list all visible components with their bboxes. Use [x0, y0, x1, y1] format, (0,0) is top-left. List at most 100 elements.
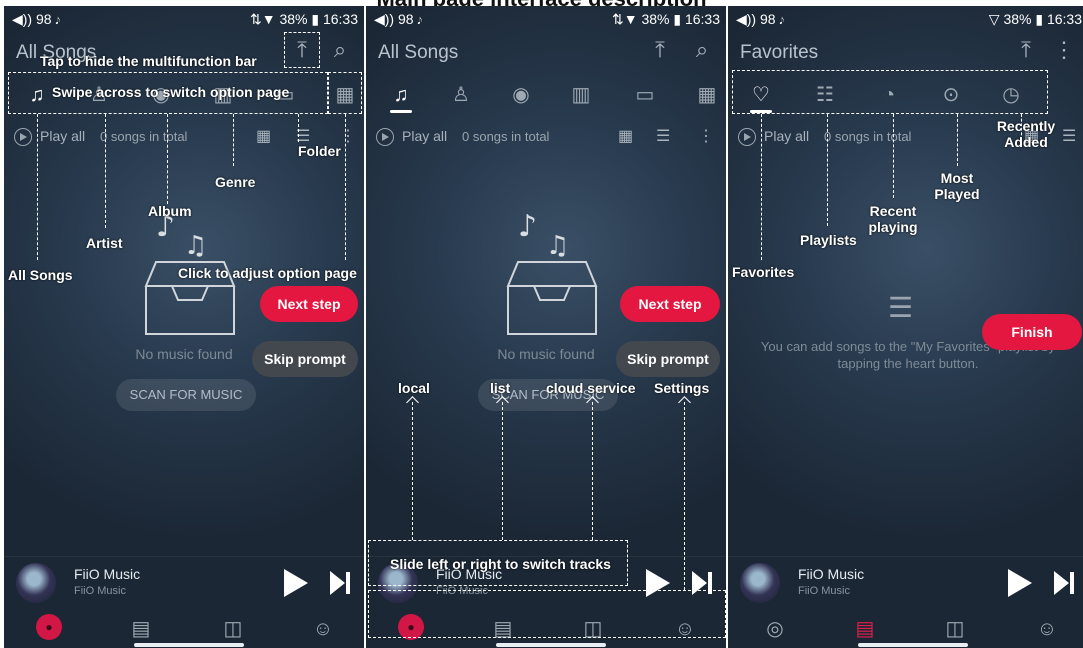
album-icon[interactable]: ◉ [506, 80, 536, 110]
status-right: ⇅▼ 38% ▮ 16:33 [249, 11, 358, 27]
music-note-icon[interactable]: ♫ [386, 80, 416, 110]
play-all-icon[interactable] [376, 128, 394, 146]
guide-line [592, 402, 593, 540]
status-left: ◀)) 98 𝆕 [12, 11, 61, 27]
search-icon[interactable]: ⌕ [326, 36, 354, 64]
svg-text:♫: ♫ [546, 231, 569, 261]
guide-line [345, 114, 346, 260]
guide-line [412, 402, 413, 540]
annotation-playlists: Playlists [800, 232, 857, 248]
mini-player[interactable]: FiiO Music FiiO Music [4, 556, 364, 607]
tab-underline [390, 110, 412, 113]
annotation-swipe: Swipe across to switch option page [52, 84, 290, 100]
guide-line [893, 114, 894, 198]
album-art[interactable] [740, 563, 780, 603]
multi-select-icon[interactable]: ☰ [656, 126, 670, 146]
annotation-adjust: Click to adjust option page [178, 265, 357, 281]
guide-line [827, 114, 828, 226]
status-left: ◀)) 98 𝆕 [374, 11, 423, 27]
next-track-icon[interactable] [1054, 571, 1074, 595]
empty-music-illustration: ♪ ♫ [506, 209, 598, 335]
mini-player[interactable]: FiiO Music FiiO Music [728, 556, 1083, 607]
guide-line [167, 114, 168, 204]
annotation-local: local [398, 380, 430, 396]
panel-favorites-guide: ◀)) 98 𝆕 ▽ 38% ▮ 16:33 Favorites ⤒ ⋮ ♡ ☷… [728, 6, 1083, 648]
sort-icon[interactable]: ▦ [256, 126, 271, 146]
status-bar: ◀)) 98 𝆕 ⇅▼ 38% ▮ 16:33 [4, 8, 364, 30]
screen-title: All Songs [378, 42, 459, 63]
cloud-icon[interactable]: ◫ [940, 614, 970, 644]
player-artist: FiiO Music [74, 585, 126, 597]
annotation-settings: Settings [654, 380, 710, 396]
multi-select-icon[interactable]: ☰ [1062, 126, 1076, 146]
play-icon[interactable] [284, 569, 308, 597]
album-art[interactable] [16, 563, 56, 603]
annotation-album: Album [148, 203, 192, 219]
list-icon[interactable]: ▤ [126, 614, 156, 644]
annotation-artist: Artist [86, 235, 123, 251]
song-count: 0 songs in total [100, 129, 188, 144]
annotation-genre: Genre [215, 174, 256, 190]
more-icon[interactable]: ⋮ [698, 126, 714, 146]
play-all-icon[interactable] [738, 128, 756, 146]
search-icon[interactable]: ⌕ [688, 36, 716, 64]
play-all-icon[interactable] [14, 128, 32, 146]
song-count: 0 songs in total [462, 129, 550, 144]
collapse-bar-icon[interactable]: ⤒ [646, 36, 674, 64]
annotation-cloud: cloud service [546, 380, 636, 396]
home-indicator [496, 643, 606, 647]
guide-line [684, 402, 685, 590]
skip-prompt-button[interactable]: Skip prompt [252, 341, 358, 377]
status-right: ⇅▼ 38% ▮ 16:33 [611, 11, 720, 27]
svg-text:♪: ♪ [518, 209, 537, 244]
grid-highlight [328, 72, 362, 114]
play-icon[interactable] [1008, 569, 1032, 597]
play-all-bar: Play all 0 songs in total ▦ ☰ ⋮ [366, 126, 726, 152]
tab-bar-highlight [732, 70, 1048, 114]
grid-icon[interactable]: ▦ [692, 80, 722, 110]
finish-button[interactable]: Finish [982, 314, 1082, 350]
sort-icon[interactable]: ▦ [618, 126, 633, 146]
next-step-button[interactable]: Next step [260, 286, 358, 322]
guide-line [298, 114, 299, 142]
annotation-recently-added: Recently Added [996, 118, 1056, 150]
local-icon[interactable]: ● [36, 614, 62, 640]
annotation-hide-bar: Tap to hide the multifunction bar [40, 53, 257, 69]
list-icon[interactable]: ▤ [850, 614, 880, 644]
empty-favorites-icon: ☰ [888, 292, 914, 323]
collapse-bar-icon[interactable]: ⤒ [1012, 36, 1040, 64]
guide-line [502, 402, 503, 540]
scan-music-button[interactable]: SCAN FOR MUSIC [116, 379, 256, 411]
status-left: ◀)) 98 𝆕 [736, 11, 785, 27]
status-right: ▽ 38% ▮ 16:33 [988, 11, 1082, 27]
bottom-nav: ◎ ▤ ◫ ☺ [728, 608, 1083, 648]
more-icon[interactable]: ⋮ [1050, 36, 1078, 64]
settings-icon[interactable]: ☺ [1032, 614, 1062, 644]
artist-icon[interactable]: ♙ [446, 80, 476, 110]
annotation-all-songs: All Songs [8, 267, 73, 283]
player-artist: FiiO Music [798, 585, 850, 597]
more-icon[interactable]: ⋮ [340, 126, 356, 146]
next-track-icon[interactable] [330, 571, 350, 595]
settings-icon[interactable]: ☺ [308, 614, 338, 644]
play-all-button[interactable]: Play all [402, 128, 447, 144]
annotation-folder: Folder [298, 143, 341, 159]
status-bar: ◀)) 98 𝆕 ▽ 38% ▮ 16:33 [728, 8, 1083, 30]
folder-icon[interactable]: ▭ [630, 80, 660, 110]
genre-icon[interactable]: ▥ [566, 80, 596, 110]
status-bar: ◀)) 98 𝆕 ⇅▼ 38% ▮ 16:33 [366, 8, 726, 30]
annotation-slide: Slide left or right to switch tracks [390, 556, 611, 572]
annotation-recent-playing: Recent playing [868, 203, 918, 235]
home-indicator [134, 643, 244, 647]
annotation-list: list [490, 380, 511, 396]
local-icon[interactable]: ◎ [760, 614, 790, 644]
guide-line [105, 114, 106, 228]
skip-prompt-button[interactable]: Skip prompt [616, 341, 720, 377]
play-all-button[interactable]: Play all [40, 128, 85, 144]
bottom-nav: ● ▤ ◫ ☺ [4, 608, 364, 648]
next-step-button[interactable]: Next step [620, 286, 720, 322]
panel-all-songs-guide: ◀)) 98 𝆕 ⇅▼ 38% ▮ 16:33 All Songs ⤒ ⌕ ♫ … [4, 6, 364, 648]
play-all-button[interactable]: Play all [764, 128, 809, 144]
cloud-icon[interactable]: ◫ [218, 614, 248, 644]
svg-text:♫: ♫ [184, 231, 207, 261]
